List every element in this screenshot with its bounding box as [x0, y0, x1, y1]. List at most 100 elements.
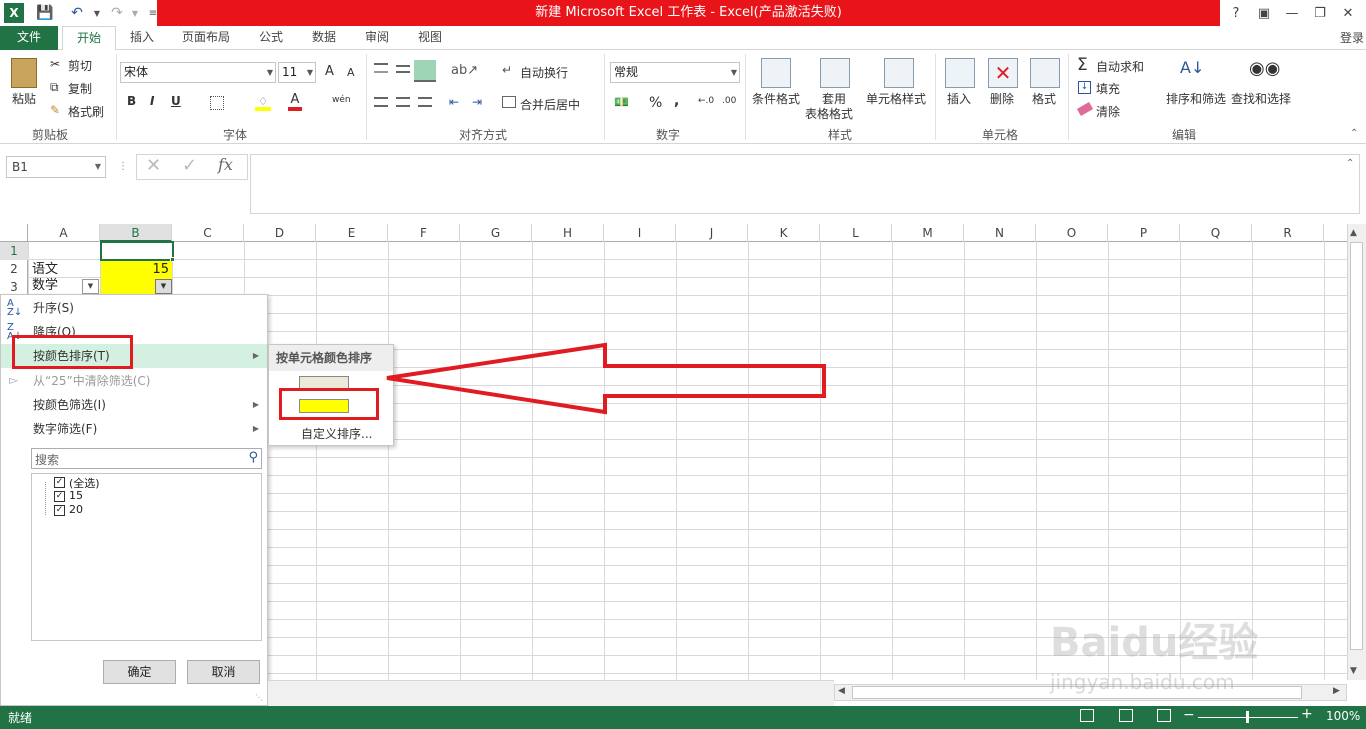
font-size-combo[interactable]: 11 ▼	[278, 62, 316, 83]
save-icon[interactable]: 💾	[34, 2, 56, 24]
scroll-left-icon[interactable]: ◀	[838, 686, 845, 696]
comma-button[interactable]: ,	[674, 93, 679, 109]
column-header[interactable]: D	[244, 224, 316, 242]
undo-icon[interactable]: ↶	[66, 2, 88, 24]
namebox-resize-icon[interactable]: ⋮	[118, 161, 128, 172]
increase-decimal-icon[interactable]: ←.0	[698, 96, 714, 106]
column-header[interactable]: E	[316, 224, 388, 242]
ok-button[interactable]: 确定	[103, 660, 176, 684]
undo-dropdown-icon[interactable]: ▼	[86, 2, 108, 24]
paste-button[interactable]: 粘贴	[12, 90, 36, 107]
font-color-icon[interactable]: A	[288, 93, 302, 111]
border-icon[interactable]	[210, 96, 224, 110]
column-header[interactable]: C	[172, 224, 244, 242]
format-painter-button[interactable]: 格式刷	[68, 103, 104, 120]
scroll-down-icon[interactable]: ▼	[1350, 666, 1357, 676]
row-header[interactable]: 2	[0, 260, 28, 278]
column-header[interactable]: P	[1108, 224, 1180, 242]
currency-icon[interactable]: 💵	[614, 95, 629, 109]
column-header[interactable]: J	[676, 224, 748, 242]
cancel-entry-icon[interactable]: ✕	[146, 155, 161, 176]
column-header[interactable]: M	[892, 224, 964, 242]
scroll-right-icon[interactable]: ▶	[1333, 686, 1340, 696]
percent-button[interactable]: %	[649, 95, 662, 111]
zoom-out-icon[interactable]: −	[1183, 707, 1195, 723]
zoom-level[interactable]: 100%	[1326, 709, 1360, 723]
vertical-scroll-thumb[interactable]	[1350, 242, 1363, 650]
minimize-icon[interactable]: —	[1278, 0, 1306, 26]
column-header[interactable]: N	[964, 224, 1036, 242]
menu-sort-ascending[interactable]: 升序(S)	[1, 296, 267, 320]
name-box[interactable]: B1 ▼	[6, 156, 106, 178]
confirm-entry-icon[interactable]: ✓	[182, 155, 197, 176]
grow-font-button[interactable]: A	[325, 64, 334, 79]
font-name-combo[interactable]: 宋体 ▼	[120, 62, 276, 83]
tab-file[interactable]: 文件	[0, 26, 58, 50]
custom-sort-item[interactable]: 自定义排序...	[301, 425, 372, 442]
select-all-corner[interactable]	[0, 224, 28, 242]
tab-view[interactable]: 视图	[404, 26, 456, 50]
tab-formulas[interactable]: 公式	[245, 26, 297, 50]
row-header[interactable]: 1	[0, 242, 28, 260]
filter-button-b[interactable]: ▼	[155, 279, 172, 294]
checkbox-select-all[interactable]: ✓	[54, 477, 65, 488]
cell-a3[interactable]: 数学	[32, 277, 58, 295]
copy-button[interactable]: 复制	[68, 80, 92, 97]
shrink-font-button[interactable]: A	[347, 66, 355, 79]
bold-button[interactable]: B	[127, 94, 136, 108]
merge-center-button[interactable]: 合并后居中	[520, 96, 580, 113]
column-header[interactable]: L	[820, 224, 892, 242]
column-header[interactable]: G	[460, 224, 532, 242]
scroll-up-icon[interactable]: ▲	[1350, 228, 1357, 238]
decrease-decimal-icon[interactable]: .00	[722, 96, 736, 106]
cancel-button[interactable]: 取消	[187, 660, 260, 684]
format-cells-button[interactable]: 格式	[1032, 90, 1056, 107]
collapse-ribbon-icon[interactable]: ⌃	[1350, 128, 1358, 139]
column-header[interactable]: O	[1036, 224, 1108, 242]
column-header[interactable]: H	[532, 224, 604, 242]
sort-filter-button[interactable]: 排序和筛选	[1166, 90, 1226, 107]
underline-button[interactable]: U	[171, 94, 181, 108]
align-top-icon[interactable]	[374, 63, 388, 73]
cell-b2[interactable]: 15	[101, 261, 172, 279]
delete-cells-button[interactable]: 删除	[990, 90, 1014, 107]
close-icon[interactable]: ✕	[1334, 0, 1362, 26]
column-header[interactable]: B	[100, 224, 172, 242]
search-box[interactable]: 搜索 ⚲	[31, 448, 262, 469]
page-break-view-icon[interactable]	[1157, 709, 1171, 722]
checkbox-20[interactable]: ✓	[54, 505, 65, 516]
filter-button-a[interactable]: ▼	[82, 279, 99, 294]
tab-page-layout[interactable]: 页面布局	[168, 26, 244, 50]
align-center-icon[interactable]	[396, 97, 410, 107]
zoom-in-icon[interactable]: +	[1301, 706, 1313, 722]
formula-input[interactable]	[250, 154, 1360, 214]
list-item-15[interactable]: 15	[69, 489, 83, 502]
column-header[interactable]: R	[1252, 224, 1324, 242]
tab-home[interactable]: 开始	[62, 26, 117, 51]
checkbox-15[interactable]: ✓	[54, 491, 65, 502]
zoom-slider-thumb[interactable]	[1246, 711, 1249, 723]
conditional-format-button[interactable]: 条件格式	[752, 90, 800, 107]
menu-filter-by-color[interactable]: 按颜色筛选(I) ▶	[1, 393, 267, 417]
column-header[interactable]: K	[748, 224, 820, 242]
orientation-icon[interactable]: ab↗	[451, 63, 478, 78]
tab-review[interactable]: 审阅	[351, 26, 403, 50]
align-left-icon[interactable]	[374, 97, 388, 107]
increase-indent-icon[interactable]: ⇥	[472, 95, 482, 109]
help-button[interactable]: ?	[1222, 0, 1250, 26]
column-header[interactable]: I	[604, 224, 676, 242]
ribbon-display-icon[interactable]: ▣	[1250, 0, 1278, 26]
align-middle-icon[interactable]	[396, 65, 410, 73]
wrap-text-button[interactable]: 自动换行	[520, 64, 568, 81]
login-link[interactable]: 登录	[1340, 29, 1364, 46]
list-item-20[interactable]: 20	[69, 503, 83, 516]
tab-insert[interactable]: 插入	[116, 26, 168, 50]
search-input[interactable]: 搜索	[35, 451, 59, 468]
format-as-table-label-2[interactable]: 表格格式	[805, 105, 853, 122]
cut-button[interactable]: 剪切	[68, 57, 92, 74]
active-cell-b1[interactable]	[100, 241, 174, 261]
page-layout-view-icon[interactable]	[1119, 709, 1133, 722]
clear-button[interactable]: 清除	[1096, 103, 1120, 120]
resize-grip-icon[interactable]: ⋱	[255, 693, 263, 702]
align-bottom-icon[interactable]	[414, 60, 436, 82]
